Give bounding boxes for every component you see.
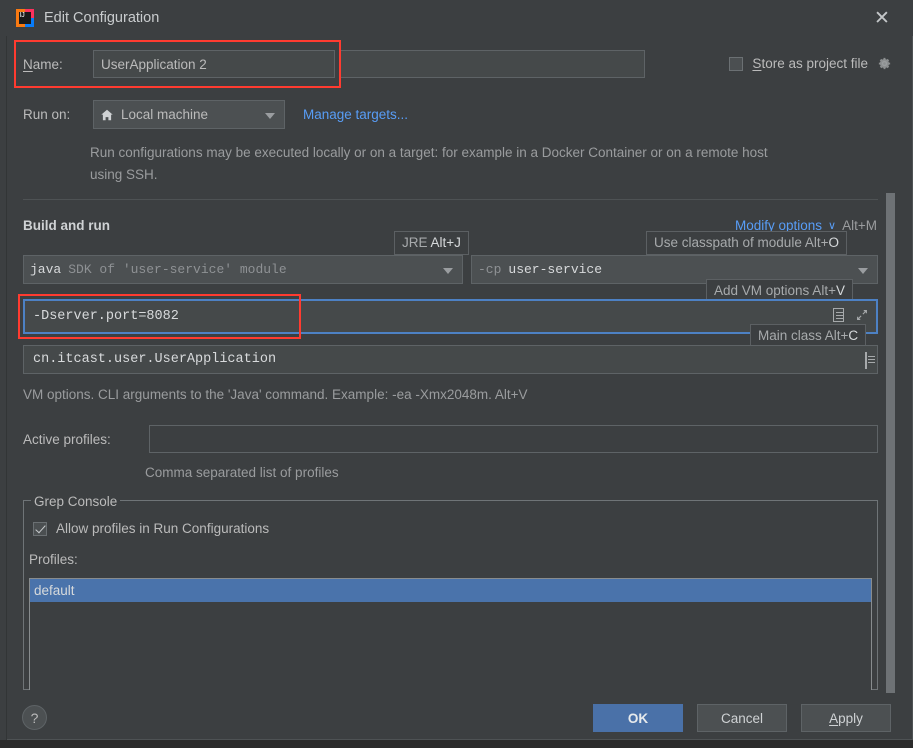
classpath-tooltip-text: Use classpath of module Alt+ xyxy=(654,235,829,250)
expand-icon[interactable] xyxy=(855,308,869,322)
jre-tooltip: JRE Alt+J xyxy=(394,231,469,255)
jre-tooltip-text: JRE xyxy=(402,235,431,250)
run-on-target-value: Local machine xyxy=(121,107,209,122)
main-class-tooltip-text: Main class Alt+ xyxy=(758,328,849,343)
run-on-row: Run on: Local machine Manage targets... xyxy=(23,100,408,129)
main-class-value: cn.itcast.user.UserApplication xyxy=(33,352,277,367)
vm-options-value: -Dserver.port=8082 xyxy=(33,309,179,324)
name-row: Name: UserApplication 2 xyxy=(23,50,335,78)
name-input[interactable]: UserApplication 2 xyxy=(93,50,335,78)
jre-value-primary: java xyxy=(30,262,62,277)
chevron-down-icon xyxy=(443,267,453,274)
main-class-tooltip-shortcut: C xyxy=(848,328,859,343)
edit-configuration-dialog: · · ·· ···· ·· ···· ·· ···· ····· ··· ··… xyxy=(0,0,913,748)
dialog-titlebar: IJ Edit Configuration ✕ xyxy=(0,0,913,36)
dialog-title: Edit Configuration xyxy=(44,10,160,26)
classpath-tooltip: Use classpath of module Alt+O xyxy=(646,231,847,255)
vm-options-tooltip-text: Add VM options Alt+ xyxy=(714,283,836,298)
apply-button[interactable]: Apply xyxy=(801,704,891,732)
close-icon[interactable]: ✕ xyxy=(869,6,895,30)
run-on-label: Run on: xyxy=(23,107,71,122)
store-as-project-file-row[interactable]: Store as project file xyxy=(729,56,892,71)
home-icon xyxy=(100,108,114,122)
intellij-logo-text: IJ xyxy=(19,11,25,19)
list-item-label: default xyxy=(34,583,75,598)
name-input-extension[interactable] xyxy=(341,50,645,78)
store-as-project-file-checkbox[interactable] xyxy=(729,56,744,71)
classpath-tooltip-shortcut: O xyxy=(828,235,839,250)
jre-tooltip-shortcut: Alt+J xyxy=(430,235,461,250)
build-and-run-title: Build and run xyxy=(23,218,110,233)
ok-button[interactable]: OK xyxy=(593,704,683,732)
dialog-left-edge xyxy=(0,0,7,740)
grep-console-group-title: Grep Console xyxy=(31,494,121,509)
allow-profiles-label: Allow profiles in Run Configurations xyxy=(56,521,270,536)
vm-options-tooltip-shortcut: V xyxy=(835,283,845,298)
document-icon[interactable] xyxy=(865,352,867,369)
intellij-logo-icon: IJ xyxy=(16,9,34,27)
document-icon[interactable] xyxy=(833,308,844,322)
jre-value-secondary: SDK of 'user-service' module xyxy=(68,262,287,277)
grep-profiles-list[interactable]: default xyxy=(29,578,872,690)
section-divider xyxy=(23,199,878,200)
dialog-vertical-scrollbar[interactable] xyxy=(886,193,895,693)
main-class-input[interactable]: cn.itcast.user.UserApplication xyxy=(23,345,878,374)
name-input-value: UserApplication 2 xyxy=(101,56,207,72)
chevron-down-icon xyxy=(265,112,275,119)
dialog-body: IJ Edit Configuration ✕ Name: UserApplic… xyxy=(0,0,913,740)
run-on-description: Run configurations may be executed local… xyxy=(90,145,768,182)
manage-targets-link[interactable]: Manage targets... xyxy=(303,107,408,122)
classpath-value-flag: -cp xyxy=(478,262,502,277)
store-as-project-file-label: Store as project file xyxy=(752,56,868,71)
allow-profiles-row[interactable]: Allow profiles in Run Configurations xyxy=(33,521,269,536)
help-button[interactable]: ? xyxy=(22,705,47,730)
active-profiles-row: Active profiles: xyxy=(23,425,878,453)
allow-profiles-checkbox[interactable] xyxy=(33,521,47,536)
chevron-down-icon xyxy=(858,267,868,274)
active-profiles-hint: Comma separated list of profiles xyxy=(145,465,339,480)
grep-profiles-label: Profiles: xyxy=(29,552,78,567)
modify-options-shortcut: Alt+M xyxy=(842,218,877,233)
cancel-button[interactable]: Cancel xyxy=(697,704,787,732)
run-on-target-dropdown[interactable]: Local machine xyxy=(93,100,285,129)
classpath-value-module: user-service xyxy=(508,262,603,277)
gear-icon[interactable] xyxy=(877,56,892,71)
active-profiles-label: Active profiles: xyxy=(23,431,111,447)
name-label: Name: xyxy=(23,56,63,72)
vm-options-hint: VM options. CLI arguments to the 'Java' … xyxy=(23,387,528,402)
list-item[interactable]: default xyxy=(30,579,871,602)
jre-dropdown[interactable]: java SDK of 'user-service' module xyxy=(23,255,463,284)
active-profiles-input[interactable] xyxy=(149,425,878,453)
